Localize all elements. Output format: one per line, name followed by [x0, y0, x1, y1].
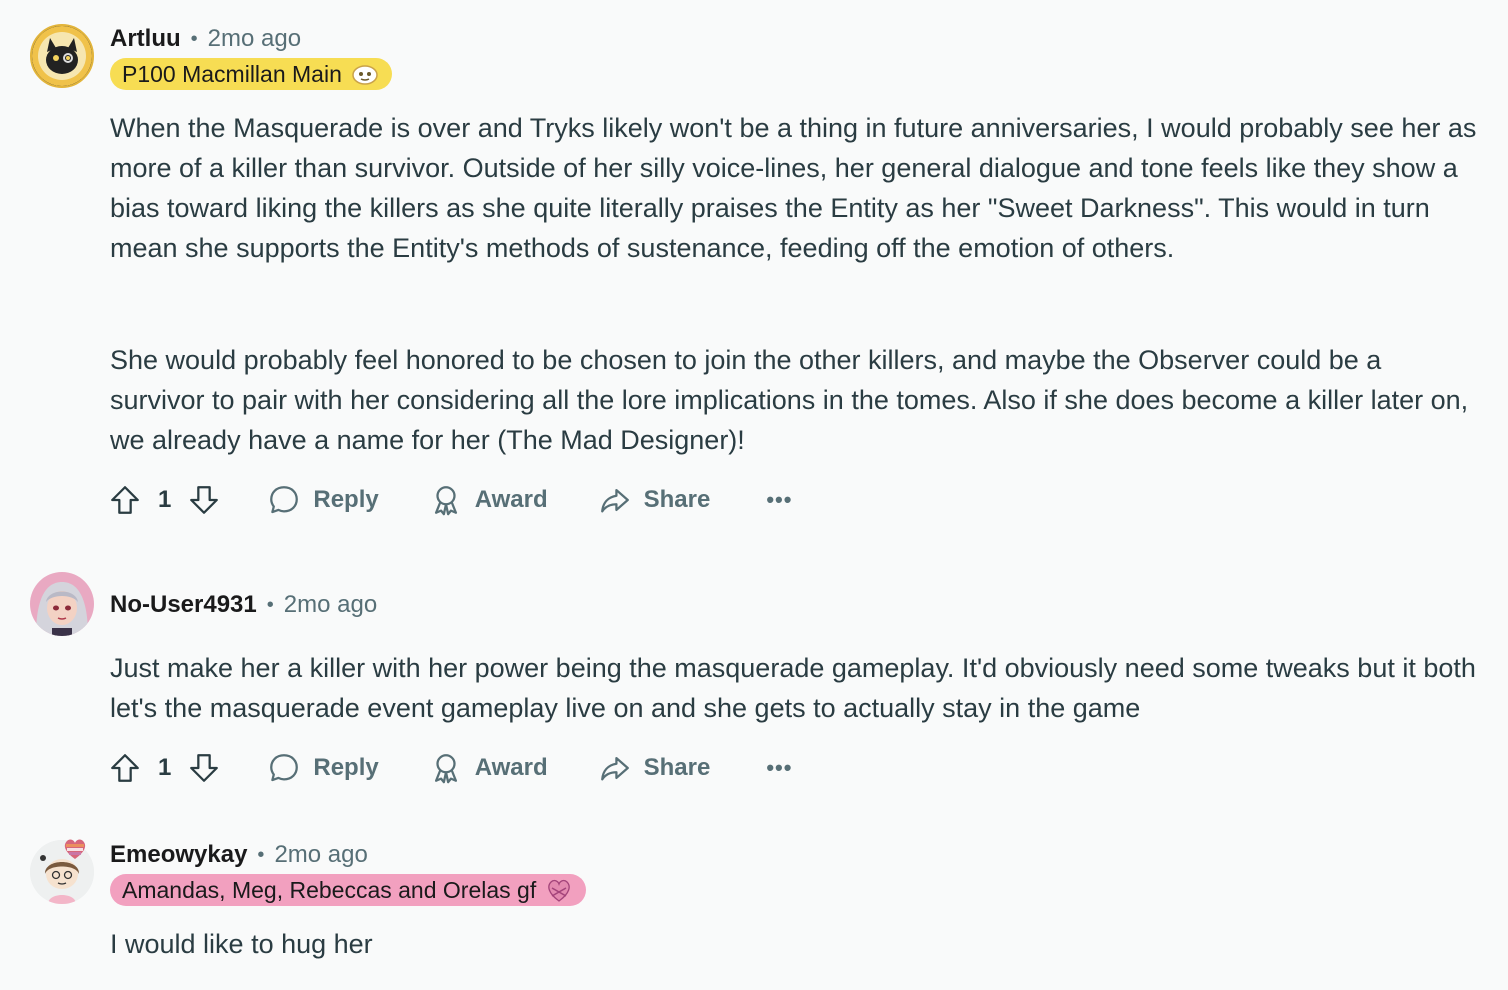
downvote-button[interactable]: [187, 483, 221, 517]
arrow-down-icon: [190, 754, 219, 782]
downvote-button[interactable]: [187, 751, 221, 785]
arrow-down-icon: [190, 486, 219, 514]
share-arrow-icon: [600, 488, 629, 513]
reply-label: Reply: [313, 486, 379, 513]
share-label: Share: [643, 754, 711, 781]
share-button[interactable]: Share: [598, 751, 711, 785]
user-flair: Amandas, Meg, Rebeccas and Orelas gf: [110, 874, 587, 906]
ribbon-award-icon: [434, 754, 457, 784]
timestamp[interactable]: 2mo ago: [208, 25, 301, 53]
comment-meta: Emeowykay • 2mo ago: [110, 840, 368, 870]
timestamp[interactable]: 2mo ago: [284, 591, 377, 619]
more-options-button[interactable]: •••: [766, 755, 792, 781]
award-label: Award: [474, 754, 548, 781]
share-label: Share: [643, 486, 711, 513]
flair-text: P100 Macmillan Main: [122, 60, 342, 87]
arrow-up-icon: [111, 486, 139, 514]
vote-count: 1: [158, 754, 172, 781]
username[interactable]: Artluu: [110, 25, 181, 53]
comment-body: I would like to hug her: [110, 929, 373, 959]
upvote-button[interactable]: [108, 483, 142, 517]
comment-meta: Artluu • 2mo ago: [110, 24, 301, 54]
separator-dot: •: [266, 593, 274, 616]
speech-bubble-icon: [270, 486, 299, 514]
award-button[interactable]: Award: [429, 483, 548, 517]
reply-label: Reply: [313, 754, 379, 781]
comment-body: Just make her a killer with her power be…: [110, 653, 1476, 723]
share-button[interactable]: Share: [598, 483, 711, 517]
username[interactable]: Emeowykay: [110, 841, 247, 869]
more-options-button[interactable]: •••: [766, 487, 792, 513]
flair-emoji-icon: [350, 62, 380, 86]
speech-bubble-icon: [270, 754, 299, 782]
avatar[interactable]: [30, 572, 94, 636]
ribbon-award-icon: [434, 486, 457, 516]
separator-dot: •: [190, 27, 198, 50]
upvote-button[interactable]: [108, 751, 142, 785]
award-button[interactable]: Award: [429, 751, 548, 785]
flair-emoji-icon: [544, 876, 574, 904]
username[interactable]: No-User4931: [110, 591, 257, 619]
cat-avatar-icon: [32, 26, 92, 86]
flair-text: Amandas, Meg, Rebeccas and Orelas gf: [122, 876, 537, 903]
anime-avatar-icon: [30, 572, 94, 636]
reply-button[interactable]: Reply: [267, 483, 379, 517]
comment-meta: No-User4931 • 2mo ago: [110, 590, 377, 620]
comment-actions: 1 Reply Award Share •••: [108, 480, 792, 520]
user-flair: P100 Macmillan Main: [110, 58, 392, 90]
separator-dot: •: [257, 843, 265, 866]
comment-body: She would probably feel honored to be ch…: [110, 345, 1469, 455]
comment-actions: 1 Reply Award Share •••: [108, 748, 792, 788]
heart-badge-icon: [64, 839, 86, 859]
comment-body: When the Masquerade is over and Tryks li…: [110, 113, 1477, 263]
award-label: Award: [474, 486, 548, 513]
reply-button[interactable]: Reply: [267, 751, 379, 785]
vote-count: 1: [158, 486, 172, 513]
share-arrow-icon: [600, 756, 629, 781]
avatar[interactable]: [30, 24, 94, 88]
timestamp[interactable]: 2mo ago: [274, 841, 367, 869]
arrow-up-icon: [111, 754, 139, 782]
